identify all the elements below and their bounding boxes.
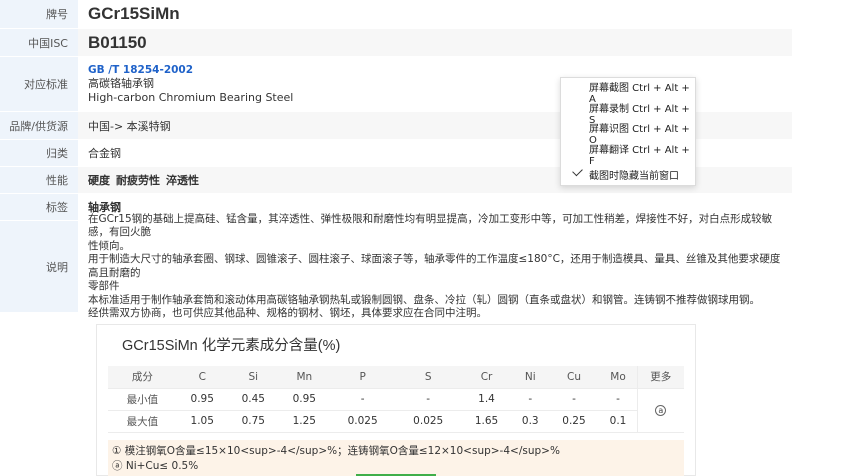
description-line: 零部件 — [88, 280, 120, 292]
table-cell: - — [512, 388, 549, 411]
row-label: 最大值 — [108, 410, 177, 433]
perf-hardenability: 淬透性 — [166, 174, 199, 187]
table-cell: 0.1 — [599, 410, 638, 433]
composition-table: 成分 C Si Mn P S Cr Ni Cu Mo 更多 最小值 0.95 0… — [108, 366, 684, 433]
composition-header-row: 成分 C Si Mn P S Cr Ni Cu Mo 更多 — [108, 366, 684, 389]
table-row: 最大值 1.05 0.75 1.25 0.025 0.025 1.65 0.3 … — [108, 410, 684, 433]
grade-label: 牌号 — [0, 0, 78, 28]
class-label: 归类 — [0, 140, 78, 166]
menu-item-label: 截图时隐藏当前窗口 — [589, 170, 679, 182]
header-cell: Si — [227, 366, 279, 389]
table-cell: 0.3 — [512, 410, 549, 433]
standard-cn-name: 高碳铬轴承钢 — [88, 77, 154, 90]
description-line: 经供需双方协商，也可供应其他品种、规格的钢材、钢坯，具体要求应在合同中注明。 — [88, 307, 487, 319]
row-grade: 牌号 GCr15SiMn — [0, 0, 792, 29]
standard-code-link[interactable]: GB /T 18254-2002 — [88, 63, 193, 77]
menu-item-translate[interactable]: 屏幕翻译 Ctrl + Alt + F — [561, 144, 695, 167]
header-cell: 成分 — [108, 366, 177, 389]
table-cell: 0.025 — [329, 410, 396, 433]
row-label: 最小值 — [108, 388, 177, 411]
tag-label: 标签 — [0, 194, 78, 220]
header-cell: P — [329, 366, 396, 389]
composition-notes: ① 模注钢氧O含量≤15×10<sup>-4</sup>%；连铸钢氧O含量≤12… — [108, 440, 684, 476]
row-description: 说明 在GCr15钢的基础上提高硅、锰含量，其淬透性、弹性极限和耐磨性均有明显提… — [0, 213, 792, 320]
menu-item-label: 屏幕翻译 Ctrl + Alt + F — [589, 144, 690, 167]
table-cell: - — [395, 388, 461, 411]
note-oxygen: ① 模注钢氧O含量≤15×10<sup>-4</sup>%；连铸钢氧O含量≤12… — [112, 445, 560, 457]
more-cell[interactable]: a — [636, 388, 684, 433]
perf-fatigue: 耐疲劳性 — [116, 174, 160, 187]
table-cell: 1.4 — [461, 388, 513, 411]
table-cell: 1.05 — [176, 410, 228, 433]
description-line: 用于制造大尺寸的轴承套圈、钢球、圆锥滚子、圆柱滚子、球面滚子等，轴承零件的工作温… — [88, 253, 781, 279]
isc-label: 中国ISC — [0, 29, 78, 56]
description-line: 在GCr15钢的基础上提高硅、锰含量，其淬透性、弹性极限和耐磨性均有明显提高，冷… — [88, 212, 773, 239]
perf-hardness: 硬度 — [88, 174, 110, 187]
table-cell: - — [599, 388, 638, 411]
performance-label: 性能 — [0, 167, 78, 193]
header-cell: C — [176, 366, 228, 389]
header-cell: Mo — [599, 366, 638, 389]
table-cell: 1.25 — [278, 410, 330, 433]
brand-label: 品牌/供货源 — [0, 112, 78, 139]
table-cell: 0.25 — [548, 410, 600, 433]
screenshot-context-menu: 屏幕截图 Ctrl + Alt + A 屏幕录制 Ctrl + Alt + S … — [560, 77, 696, 186]
note-ni-cu: ⓐ Ni+Cu≤ 0.5% — [112, 460, 199, 472]
menu-item-hide-window[interactable]: 截图时隐藏当前窗口 — [561, 164, 695, 185]
more-header: 更多 — [636, 366, 684, 389]
isc-value: B01150 — [88, 32, 147, 52]
standard-label: 对应标准 — [0, 57, 78, 111]
header-cell: Mn — [278, 366, 330, 389]
description-line: 本标准适用于制作轴承套筒和滚动体用高碳铬轴承钢热轧或锻制圆钢、盘条、冷拉（轧）圆… — [88, 293, 760, 306]
table-cell: - — [548, 388, 600, 411]
table-cell: 0.95 — [176, 388, 228, 411]
header-cell: Cu — [548, 366, 600, 389]
table-cell: - — [329, 388, 396, 411]
description-value: 在GCr15钢的基础上提高硅、锰含量，其淬透性、弹性极限和耐磨性均有明显提高，冷… — [78, 213, 792, 320]
table-cell: 0.025 — [395, 410, 461, 433]
table-cell: 0.75 — [227, 410, 279, 433]
header-cell: S — [395, 366, 461, 389]
grade-value: GCr15SiMn — [88, 4, 180, 23]
table-cell: 0.45 — [227, 388, 279, 411]
checkmark-icon — [572, 165, 583, 177]
composition-title: GCr15SiMn 化学元素成分含量(%) — [118, 334, 345, 355]
header-cell: Cr — [461, 366, 513, 389]
row-isc: 中国ISC B01150 — [0, 29, 792, 57]
description-line: 性倾向。 — [88, 239, 130, 252]
note-a-icon[interactable]: a — [655, 405, 667, 416]
standard-en-name: High-carbon Chromium Bearing Steel — [88, 91, 294, 104]
header-cell: Ni — [512, 366, 549, 389]
table-cell: 0.95 — [278, 388, 330, 411]
table-row: 最小值 0.95 0.45 0.95 - - 1.4 - - - a — [108, 388, 684, 433]
table-cell: 1.65 — [461, 410, 513, 433]
description-label: 说明 — [0, 221, 78, 312]
